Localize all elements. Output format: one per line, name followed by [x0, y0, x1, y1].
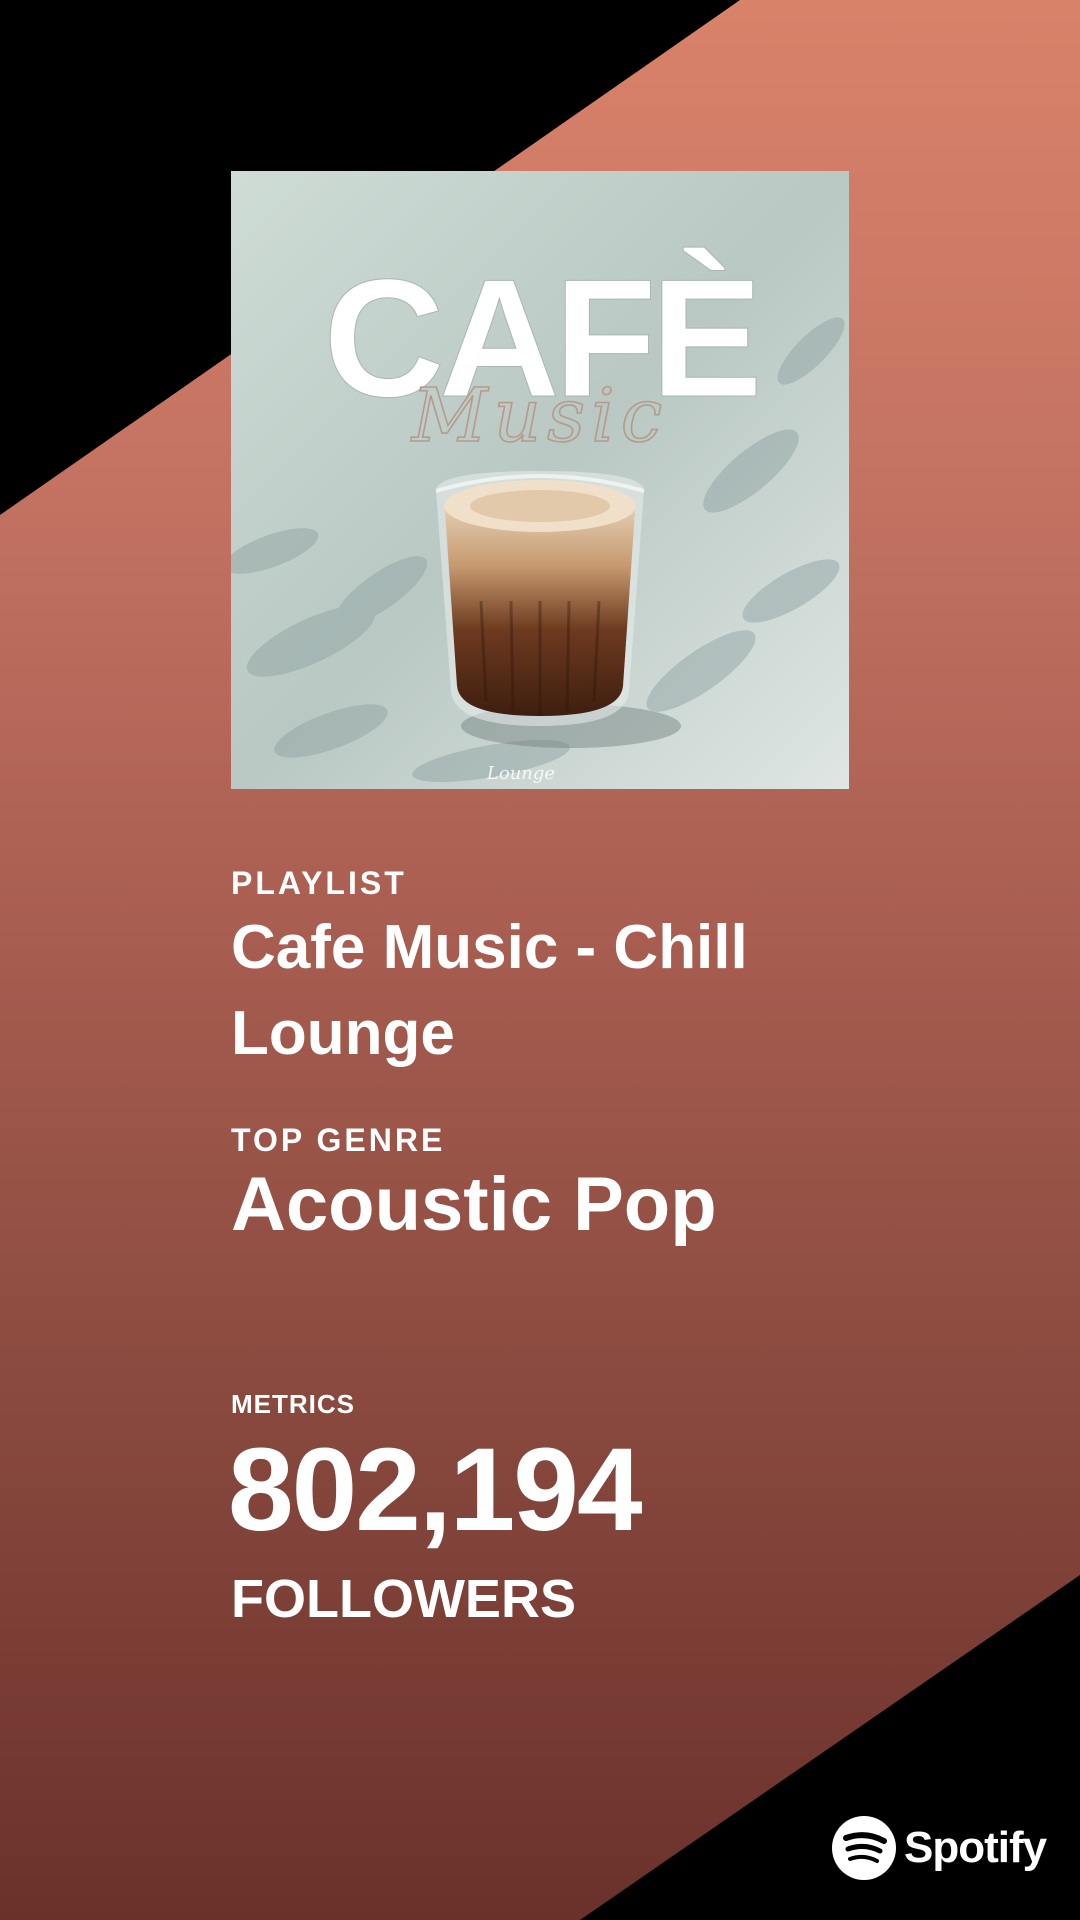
- playlist-cover-art: CAFÈ Music Lounge: [231, 171, 849, 789]
- cover-signature: Lounge: [486, 763, 555, 784]
- cover-script-word: Music: [410, 373, 669, 459]
- spotify-wordmark: Spotify: [904, 1823, 1047, 1872]
- spotify-logo: Spotify: [832, 1815, 1047, 1881]
- top-genre-value: Acoustic Pop: [231, 1162, 717, 1247]
- playlist-section-label: PLAYLIST: [231, 865, 407, 901]
- spotify-icon: [832, 1816, 896, 1880]
- followers-label: FOLLOWERS: [231, 1569, 576, 1629]
- followers-count: 802,194: [228, 1424, 643, 1556]
- metrics-section-label: METRICS: [231, 1389, 355, 1419]
- playlist-title: Cafe Music - Chill Lounge: [231, 913, 748, 1068]
- genre-section-label: TOP GENRE: [231, 1122, 446, 1158]
